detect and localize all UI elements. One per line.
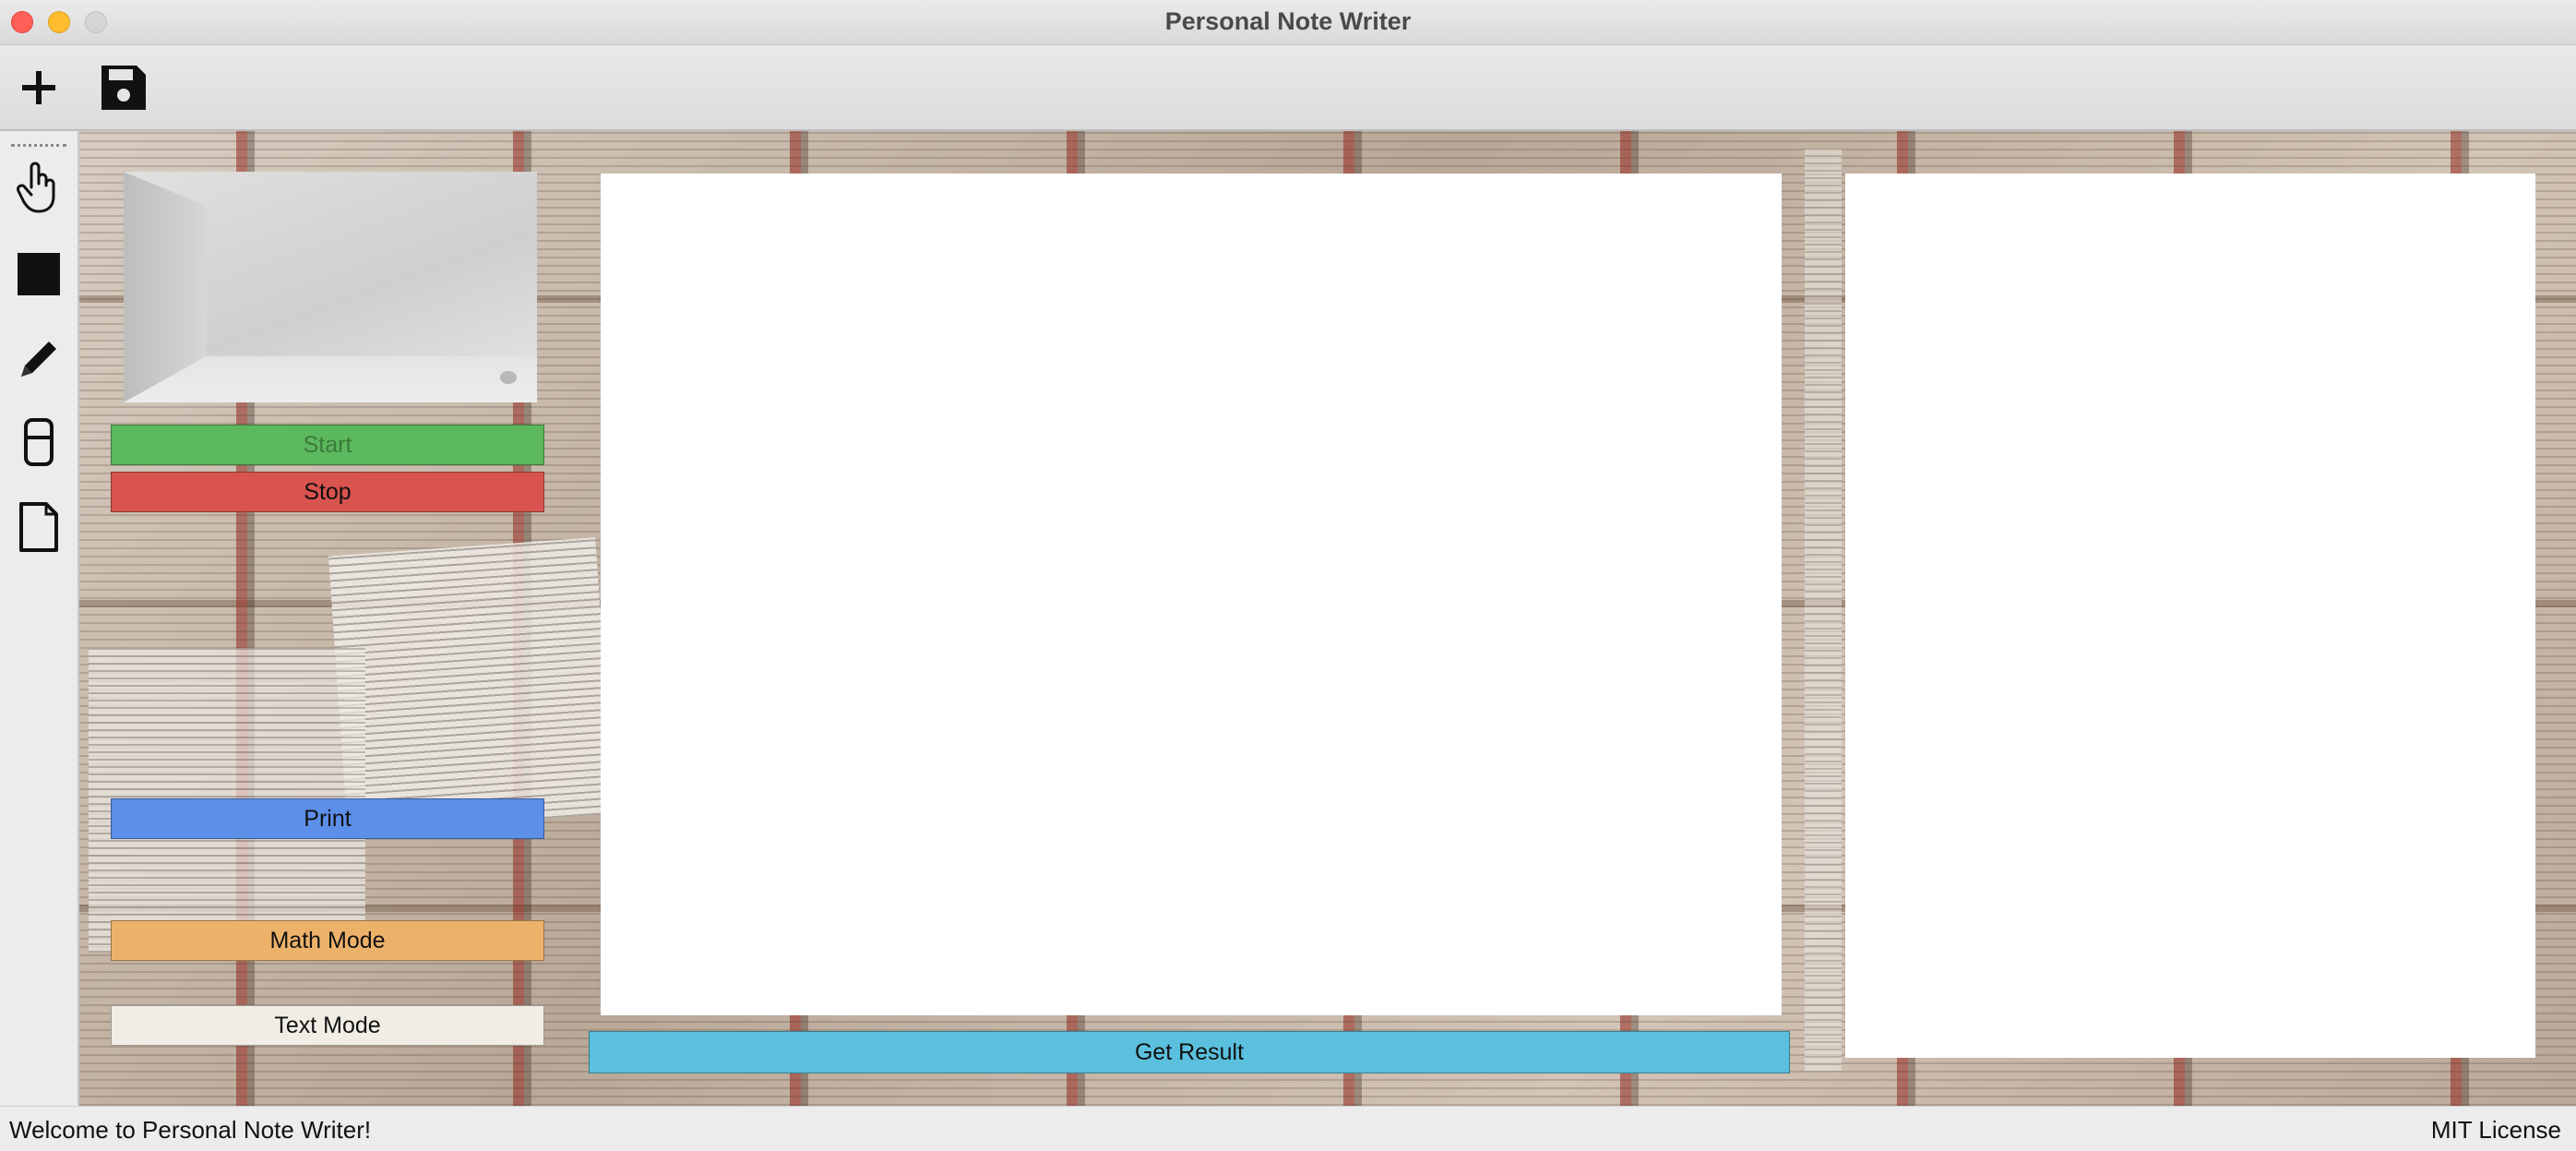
license-label: MIT License — [2430, 1116, 2561, 1144]
camera-preview — [124, 172, 537, 402]
background-paper — [328, 537, 615, 833]
plus-icon — [22, 71, 55, 104]
background-paper — [1805, 150, 1842, 1073]
eraser-icon — [24, 418, 54, 466]
eraser-tool-button[interactable] — [9, 410, 68, 474]
pen-tool-button[interactable] — [9, 327, 68, 391]
hand-tool-button[interactable] — [9, 155, 68, 220]
start-button[interactable]: Start — [111, 425, 544, 465]
status-message: Welcome to Personal Note Writer! — [9, 1116, 372, 1144]
workspace: Start Stop Print Math Mode Text Mode Get… — [79, 131, 2576, 1106]
window-title: Personal Note Writer — [1164, 7, 1412, 35]
text-mode-button[interactable]: Text Mode — [111, 1005, 544, 1046]
tool-strip — [0, 131, 79, 1106]
floppy-disk-icon — [101, 66, 146, 110]
new-page-button[interactable] — [9, 495, 68, 559]
drawing-canvas[interactable] — [601, 174, 1782, 1015]
new-note-button[interactable] — [11, 60, 66, 115]
stop-button[interactable]: Stop — [111, 472, 544, 512]
result-panel[interactable] — [1845, 174, 2535, 1058]
shape-tool-button[interactable] — [9, 242, 68, 306]
toolbar — [0, 45, 2576, 131]
title-bar: Personal Note Writer — [0, 0, 2576, 45]
print-button[interactable]: Print — [111, 798, 544, 839]
page-icon — [19, 502, 58, 552]
get-result-button[interactable]: Get Result — [589, 1031, 1790, 1073]
hand-icon — [17, 162, 55, 213]
math-mode-button[interactable]: Math Mode — [111, 920, 544, 961]
toolbar-grip[interactable] — [11, 144, 66, 147]
save-button[interactable] — [96, 60, 151, 115]
pencil-icon — [21, 342, 56, 377]
square-icon — [18, 253, 60, 295]
status-bar: Welcome to Personal Note Writer! MIT Lic… — [0, 1106, 2576, 1151]
